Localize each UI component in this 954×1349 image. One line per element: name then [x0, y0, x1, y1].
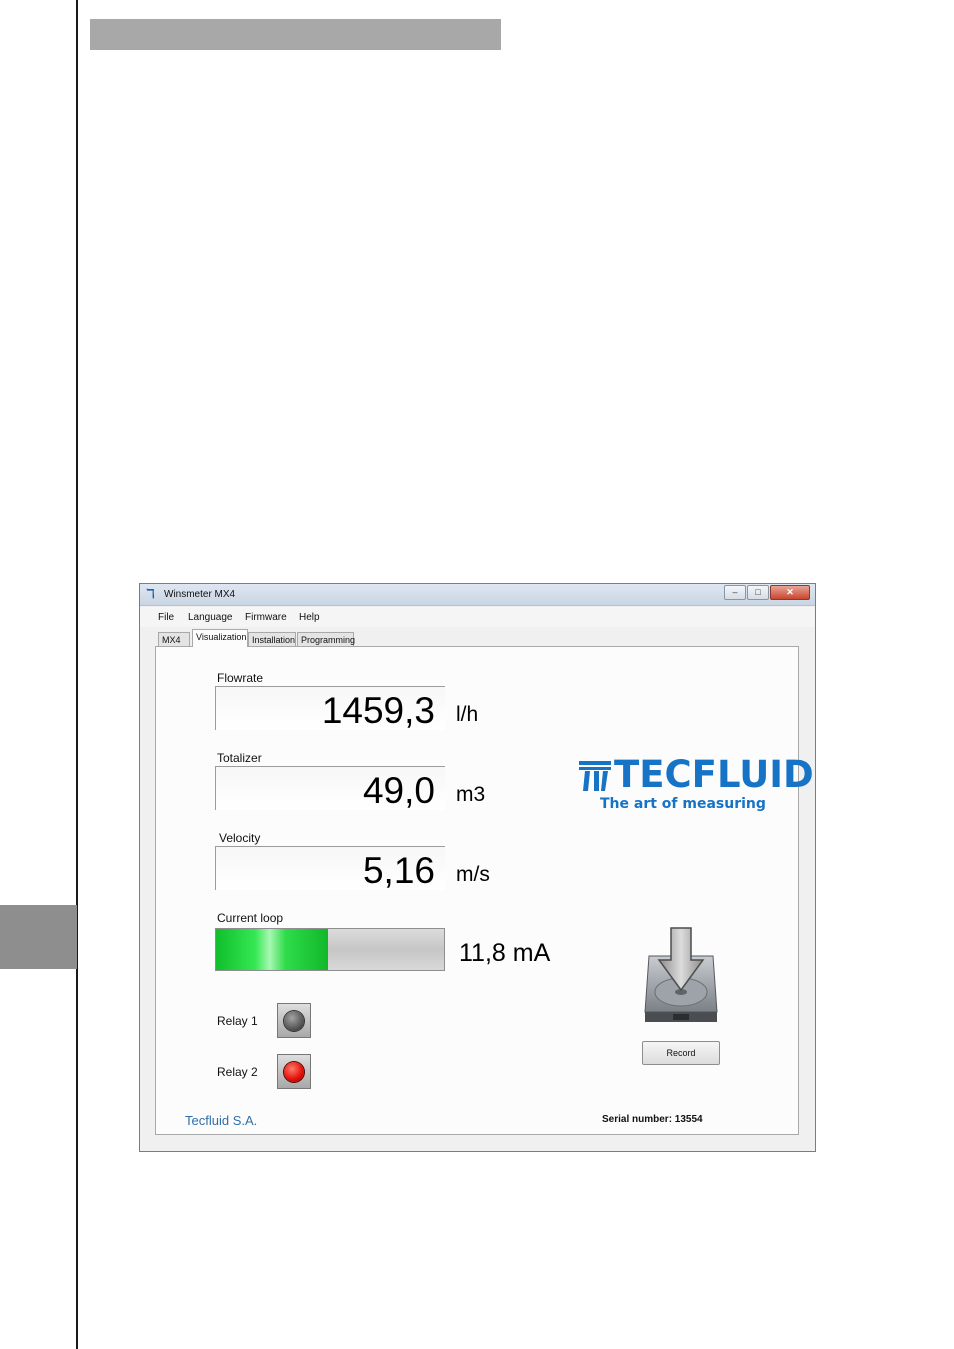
section-header-bar	[90, 19, 501, 50]
page-margin-rule	[76, 0, 78, 1349]
totalizer-label: Totalizer	[217, 751, 262, 765]
flowrate-display: 1459,3	[215, 686, 445, 731]
logo-tagline: The art of measuring	[600, 796, 766, 812]
window-title: Winsmeter MX4	[164, 589, 236, 600]
visualization-panel: Flowrate 1459,3 l/h Totalizer 49,0 m3 Ve…	[155, 646, 814, 1135]
disk-download-icon[interactable]	[641, 926, 721, 1026]
section-thumb-tab	[0, 905, 77, 969]
window-titlebar[interactable]: ℸ Winsmeter MX4 – □ ✕	[140, 584, 815, 606]
close-button[interactable]: ✕	[770, 585, 810, 600]
maximize-button[interactable]: □	[747, 585, 769, 600]
velocity-value: 5,16	[362, 850, 435, 891]
velocity-unit: m/s	[456, 863, 490, 886]
relay-2-led-icon	[284, 1062, 304, 1082]
company-name: Tecfluid S.A.	[185, 1113, 258, 1128]
logo-wordmark: TECFLUID	[614, 753, 814, 796]
current-loop-value: 11,8 mA	[459, 939, 551, 967]
serial-number: Serial number: 13554	[602, 1114, 703, 1125]
flowrate-label: Flowrate	[217, 671, 264, 685]
minimize-button[interactable]: –	[724, 585, 746, 600]
flowrate-value: 1459,3	[321, 690, 435, 731]
menu-bar: File Language Firmware Help	[140, 607, 815, 627]
tecfluid-app-icon: ℸ	[146, 587, 155, 602]
totalizer-unit: m3	[456, 783, 486, 806]
tab-mx4[interactable]: MX4	[158, 632, 190, 647]
record-button[interactable]: Record	[642, 1041, 720, 1065]
menu-language[interactable]: Language	[188, 612, 233, 623]
relay-1-indicator	[277, 1003, 311, 1038]
flowrate-unit: l/h	[456, 703, 479, 726]
relay-1-label: Relay 1	[217, 1014, 258, 1028]
current-loop-label: Current loop	[217, 911, 284, 925]
relay-2-label: Relay 2	[217, 1065, 258, 1079]
current-loop-fill	[216, 929, 328, 970]
tab-visualization[interactable]: Visualization	[192, 629, 248, 647]
relay-2-indicator	[277, 1054, 311, 1089]
menu-file[interactable]: File	[158, 612, 174, 623]
tab-installation[interactable]: Installation	[248, 632, 296, 647]
current-loop-bar	[215, 928, 445, 971]
menu-help[interactable]: Help	[299, 612, 320, 623]
velocity-display: 5,16	[215, 846, 445, 891]
menu-firmware[interactable]: Firmware	[245, 612, 287, 623]
totalizer-display: 49,0	[215, 766, 445, 811]
velocity-label: Velocity	[219, 831, 261, 845]
winsmeter-window: ℸ Winsmeter MX4 – □ ✕ File Language Firm…	[139, 583, 816, 1152]
relay-1-led-icon	[284, 1011, 304, 1031]
tecfluid-logo: TECFLUID The art of measuring	[578, 755, 814, 817]
tecfluid-logo-mark-icon	[579, 761, 611, 791]
window-controls: – □ ✕	[723, 585, 810, 600]
tab-programming[interactable]: Programming	[297, 632, 355, 647]
totalizer-value: 49,0	[362, 770, 435, 811]
